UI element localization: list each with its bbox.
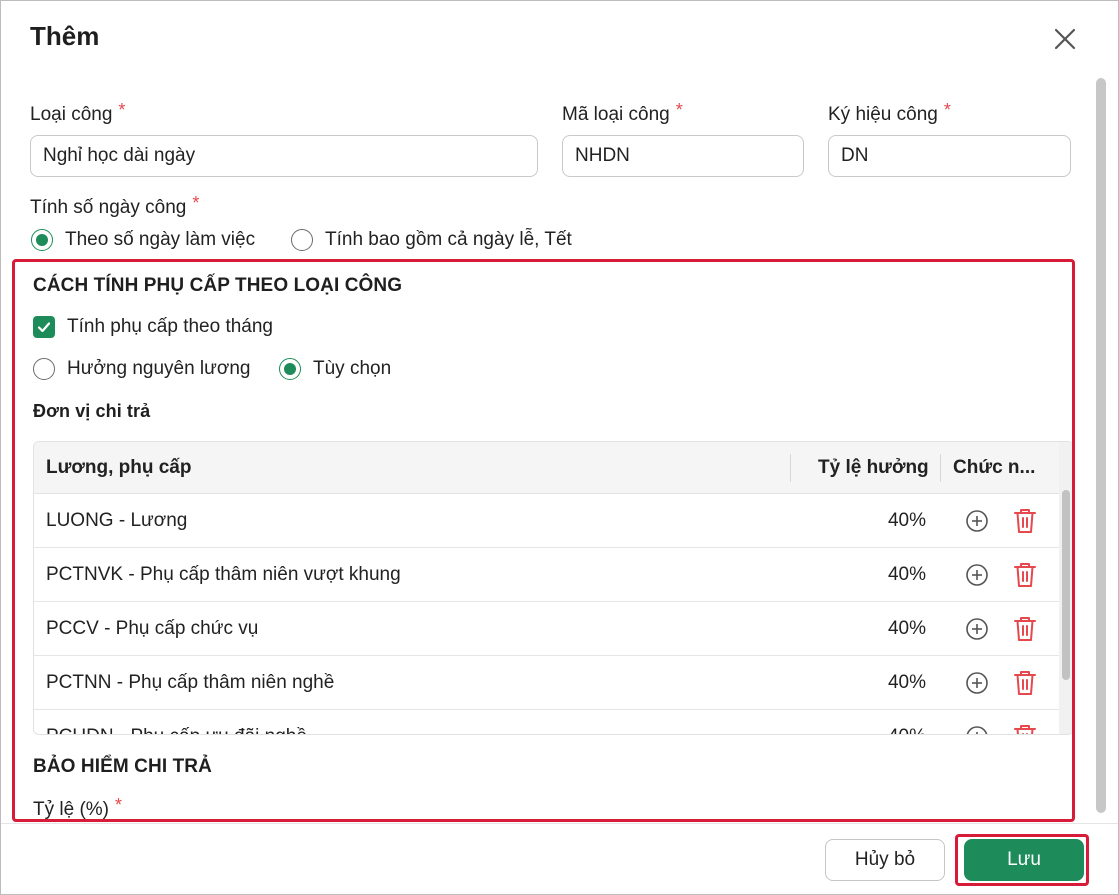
ky-hieu-cong-label-text: Ký hiệu công <box>828 104 938 125</box>
add-circle-icon[interactable] <box>965 725 989 735</box>
radio-unselected-icon[interactable] <box>291 229 313 251</box>
dialog-title: Thêm <box>30 21 100 51</box>
table-row: PCUDN - Phụ cấp ưu đãi nghề 40% <box>34 710 1072 735</box>
loai-cong-label: Loại công * <box>30 100 125 126</box>
row-rate: 40% <box>887 672 926 693</box>
phu-cap-section-title: CÁCH TÍNH PHỤ CẤP THEO LOẠI CÔNG <box>33 275 403 296</box>
radio-selected-icon[interactable] <box>31 229 53 251</box>
required-mark: * <box>115 795 123 815</box>
table-row: PCTNVK - Phụ cấp thâm niên vượt khung 40… <box>34 548 1072 602</box>
header-actions: Chức n... <box>953 457 1036 478</box>
row-rate: 40% <box>887 618 926 639</box>
add-dialog: Thêm Loại công * Nghỉ học dài ngày Mã loạ… <box>0 0 1119 895</box>
trash-icon[interactable] <box>1013 615 1037 643</box>
cancel-button[interactable]: Hủy bỏ <box>825 839 945 881</box>
row-name: PCTNN - Phụ cấp thâm niên nghề <box>46 672 335 693</box>
unit-title: Đơn vị chi trả <box>33 401 151 421</box>
add-circle-icon[interactable] <box>965 671 989 695</box>
row-name: PCTNVK - Phụ cấp thâm niên vượt khung <box>46 564 401 585</box>
radio-option-bao-gom-le-tet[interactable]: Tính bao gồm cả ngày lễ, Tết <box>291 229 572 251</box>
trash-icon[interactable] <box>1013 507 1037 535</box>
table-header: Lương, phụ cấp Tỷ lệ hưởng Chức n... <box>34 442 1072 494</box>
ma-loai-cong-label-text: Mã loại công <box>562 104 670 125</box>
tinh-so-ngay-label: Tính số ngày công * <box>30 193 199 219</box>
radio-label: Tùy chọn <box>313 358 392 379</box>
radio-option-huong-nguyen-luong[interactable]: Hưởng nguyên lương <box>33 358 250 380</box>
table-row: PCTNN - Phụ cấp thâm niên nghề 40% <box>34 656 1072 710</box>
row-rate: 40% <box>887 510 926 531</box>
required-mark: * <box>192 193 200 213</box>
header-salary-allowance: Lương, phụ cấp <box>46 457 192 478</box>
bao-hiem-section-title: BẢO HIỂM CHI TRẢ <box>33 756 212 777</box>
radio-label: Theo số ngày làm việc <box>65 229 256 250</box>
checkbox-label: Tính phụ cấp theo tháng <box>67 316 273 337</box>
radio-option-theo-so-ngay[interactable]: Theo số ngày làm việc <box>31 229 255 251</box>
add-circle-icon[interactable] <box>965 617 989 641</box>
trash-icon[interactable] <box>1013 561 1037 589</box>
dialog-footer <box>1 823 1118 894</box>
required-mark: * <box>118 100 126 120</box>
required-mark: * <box>943 100 951 120</box>
header-rate: Tỷ lệ hưởng <box>818 457 929 478</box>
trash-icon[interactable] <box>1013 723 1037 735</box>
table-row: PCCV - Phụ cấp chức vụ 40% <box>34 602 1072 656</box>
table-row: LUONG - Lương 40% <box>34 494 1072 548</box>
required-mark: * <box>675 100 683 120</box>
header-separator <box>940 454 941 482</box>
loai-cong-label-text: Loại công <box>30 104 113 125</box>
radio-option-tuy-chon[interactable]: Tùy chọn <box>279 358 391 380</box>
allowance-table: Lương, phụ cấp Tỷ lệ hưởng Chức n... LUO… <box>33 441 1072 735</box>
ty-le-label-text: Tỷ lệ (%) <box>33 799 109 820</box>
ty-le-label: Tỷ lệ (%) * <box>33 795 122 820</box>
checkbox-checked-icon[interactable] <box>33 316 55 338</box>
row-name: PCCV - Phụ cấp chức vụ <box>46 618 259 639</box>
ky-hieu-cong-label: Ký hiệu công * <box>828 100 951 126</box>
trash-icon[interactable] <box>1013 669 1037 697</box>
row-name: PCUDN - Phụ cấp ưu đãi nghề <box>46 710 307 734</box>
tinh-so-ngay-label-text: Tính số ngày công <box>30 197 187 218</box>
row-rate: 40% <box>888 710 926 734</box>
dialog-scrollbar-thumb[interactable] <box>1096 78 1106 813</box>
table-scrollbar[interactable] <box>1059 442 1072 734</box>
monthly-allowance-checkbox[interactable]: Tính phụ cấp theo tháng <box>33 316 273 338</box>
row-rate: 40% <box>887 564 926 585</box>
row-name: LUONG - Lương <box>46 510 188 531</box>
ky-hieu-cong-input[interactable]: DN <box>828 135 1071 177</box>
radio-label: Tính bao gồm cả ngày lễ, Tết <box>325 229 572 250</box>
ma-loai-cong-input[interactable]: NHDN <box>562 135 804 177</box>
highlight-outline: CÁCH TÍNH PHỤ CẤP THEO LOẠI CÔNG Tính ph… <box>12 259 1075 822</box>
radio-selected-icon[interactable] <box>279 358 301 380</box>
radio-unselected-icon[interactable] <box>33 358 55 380</box>
table-scrollbar-thumb[interactable] <box>1062 490 1070 680</box>
add-circle-icon[interactable] <box>965 509 989 533</box>
loai-cong-input[interactable]: Nghỉ học dài ngày <box>30 135 538 177</box>
radio-label: Hưởng nguyên lương <box>67 358 251 379</box>
close-icon[interactable] <box>1049 23 1081 55</box>
save-button[interactable]: Lưu <box>964 839 1084 881</box>
header-separator <box>790 454 791 482</box>
add-circle-icon[interactable] <box>965 563 989 587</box>
ma-loai-cong-label: Mã loại công * <box>562 100 683 126</box>
